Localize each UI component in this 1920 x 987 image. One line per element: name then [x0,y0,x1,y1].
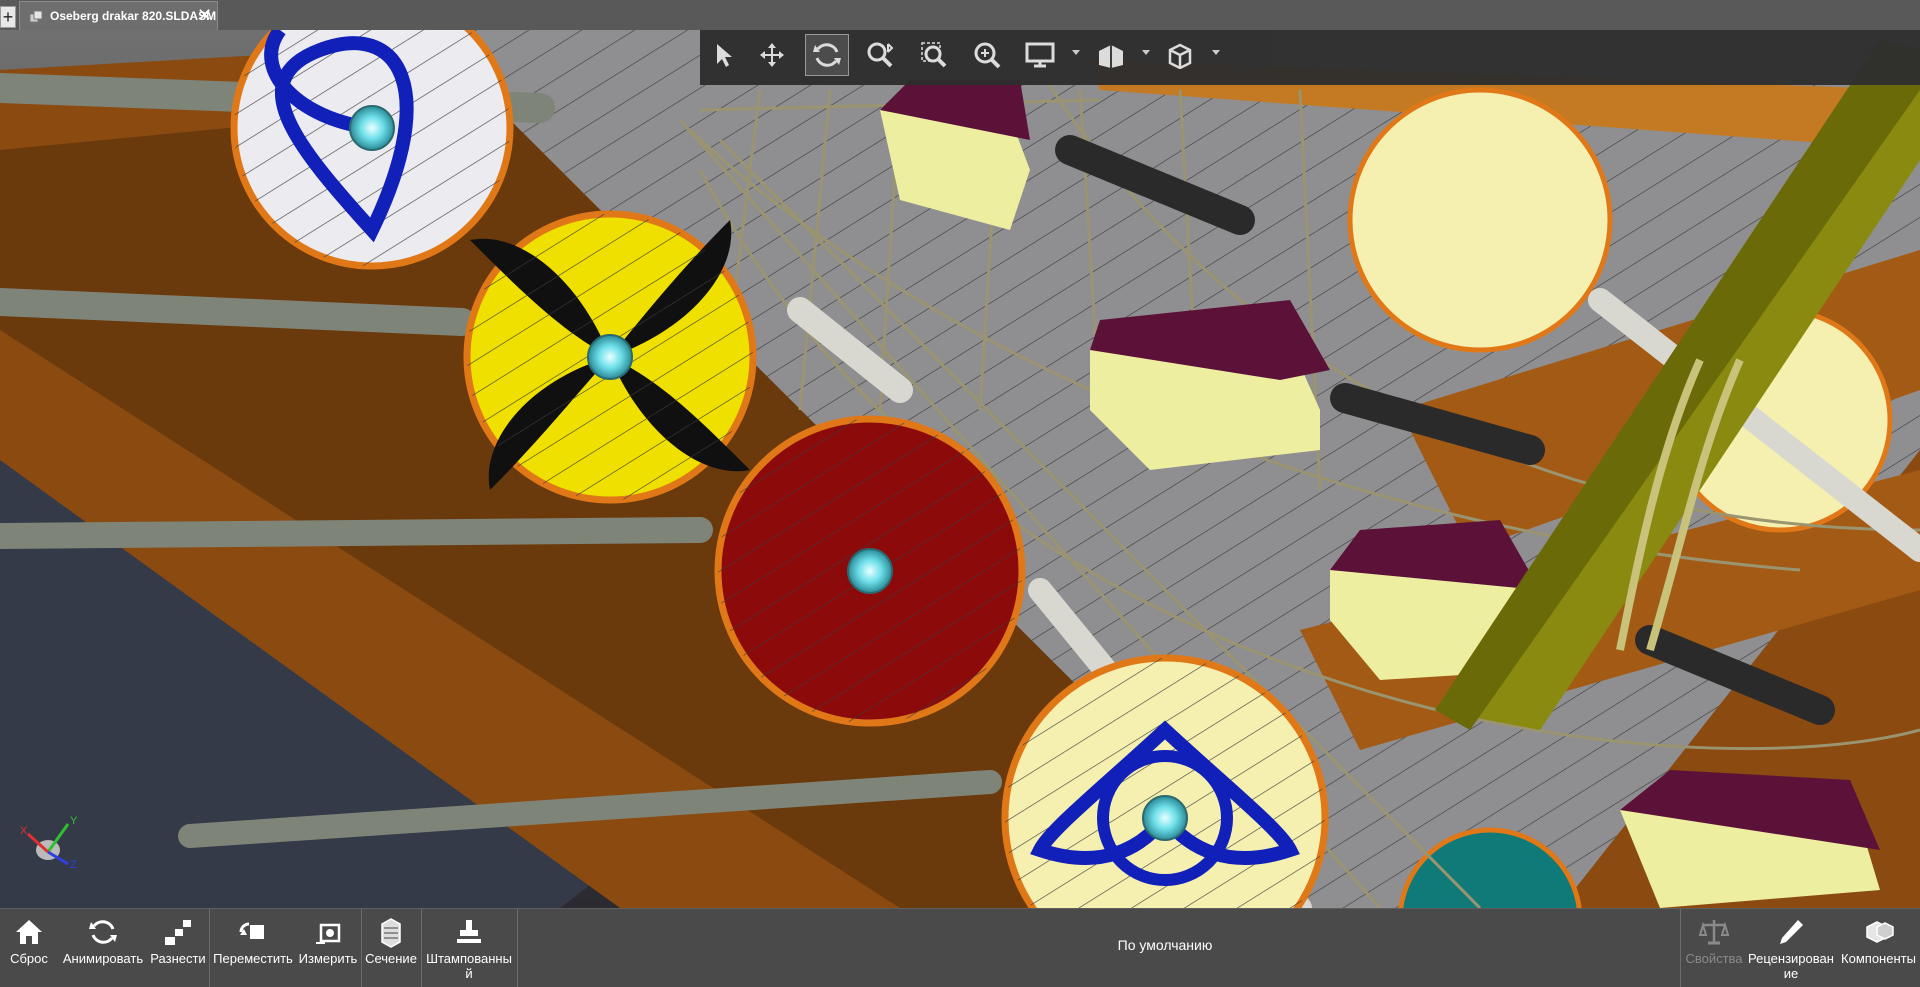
toolbar-divider [517,909,518,987]
markup-review-label: Рецензирование [1748,951,1834,981]
components-icon [1863,915,1895,949]
markup-review-button[interactable]: Рецензирование [1747,909,1835,987]
chevron-down-icon[interactable] [1072,50,1080,55]
pencil-icon [1776,915,1806,949]
triad-z-label: Z [70,859,77,871]
assembly-file-icon [29,10,43,29]
move-component-icon [238,915,268,949]
components-button[interactable]: Компоненты [1837,909,1920,987]
reset-label: Сброс [10,951,48,966]
stamp-button[interactable]: Штампованный [423,909,515,987]
triad-x-label: X [20,825,28,837]
rotate-icon[interactable] [805,34,849,76]
explode-button[interactable]: Разнести [148,909,208,987]
scales-icon [1698,915,1730,949]
animate-label: Анимировать [62,951,144,966]
animate-button[interactable]: Анимировать [60,909,146,987]
stamp-label: Штампованный [426,951,512,981]
measure-label: Измерить [298,951,358,966]
explode-icon [163,915,193,949]
document-tab-bar: + Oseberg drakar 820.SLDASM ✕ [0,0,1920,30]
toolbar-divider [361,909,362,987]
components-label: Компоненты [1841,951,1916,966]
bottom-command-bar: Сброс Анимировать Разнести Переместить И… [0,908,1920,987]
configuration-name[interactable]: По умолчанию [1000,937,1330,953]
properties-button[interactable]: Свойства [1682,909,1746,987]
triad-y-label: Y [70,815,78,827]
measure-button[interactable]: Измерить [296,909,360,987]
select-arrow-icon[interactable] [702,34,746,76]
stamp-icon [454,915,484,949]
toolbar-divider [421,909,422,987]
section-view-button[interactable]: Сечение [363,909,419,987]
zoom-area-icon[interactable] [912,34,956,76]
chevron-down-icon[interactable] [1142,50,1150,55]
display-style-icon[interactable] [1088,34,1132,76]
properties-label: Свойства [1685,951,1743,966]
move-component-label: Переместить [213,951,293,966]
toolbar-divider [209,909,210,987]
new-tab-button[interactable]: + [0,6,16,28]
chevron-down-icon[interactable] [1212,50,1220,55]
toolbar-divider [1680,909,1681,987]
measure-icon [313,915,343,949]
heads-up-view-toolbar [700,30,1920,85]
view-orientation-cube-icon[interactable] [1158,34,1202,76]
move-component-button[interactable]: Переместить [212,909,294,987]
document-tab[interactable]: Oseberg drakar 820.SLDASM ✕ [19,1,218,30]
close-tab-button[interactable]: ✕ [197,5,212,25]
zoom-fit-icon[interactable] [858,34,902,76]
3d-graphics-viewport[interactable] [0,30,1920,908]
home-icon [14,915,44,949]
zoom-in-out-icon[interactable] [965,34,1009,76]
display-monitor-icon[interactable] [1018,34,1062,76]
section-view-label: Сечение [365,951,417,966]
ship-model-render [0,30,1920,908]
reset-button[interactable]: Сброс [0,909,58,987]
pan-move-icon[interactable] [750,34,794,76]
explode-label: Разнести [150,951,206,966]
animate-cycle-icon [88,915,118,949]
axis-triad: Y X Z [18,812,88,881]
section-view-icon [376,915,406,949]
document-tab-title: Oseberg drakar 820.SLDASM [50,9,217,23]
